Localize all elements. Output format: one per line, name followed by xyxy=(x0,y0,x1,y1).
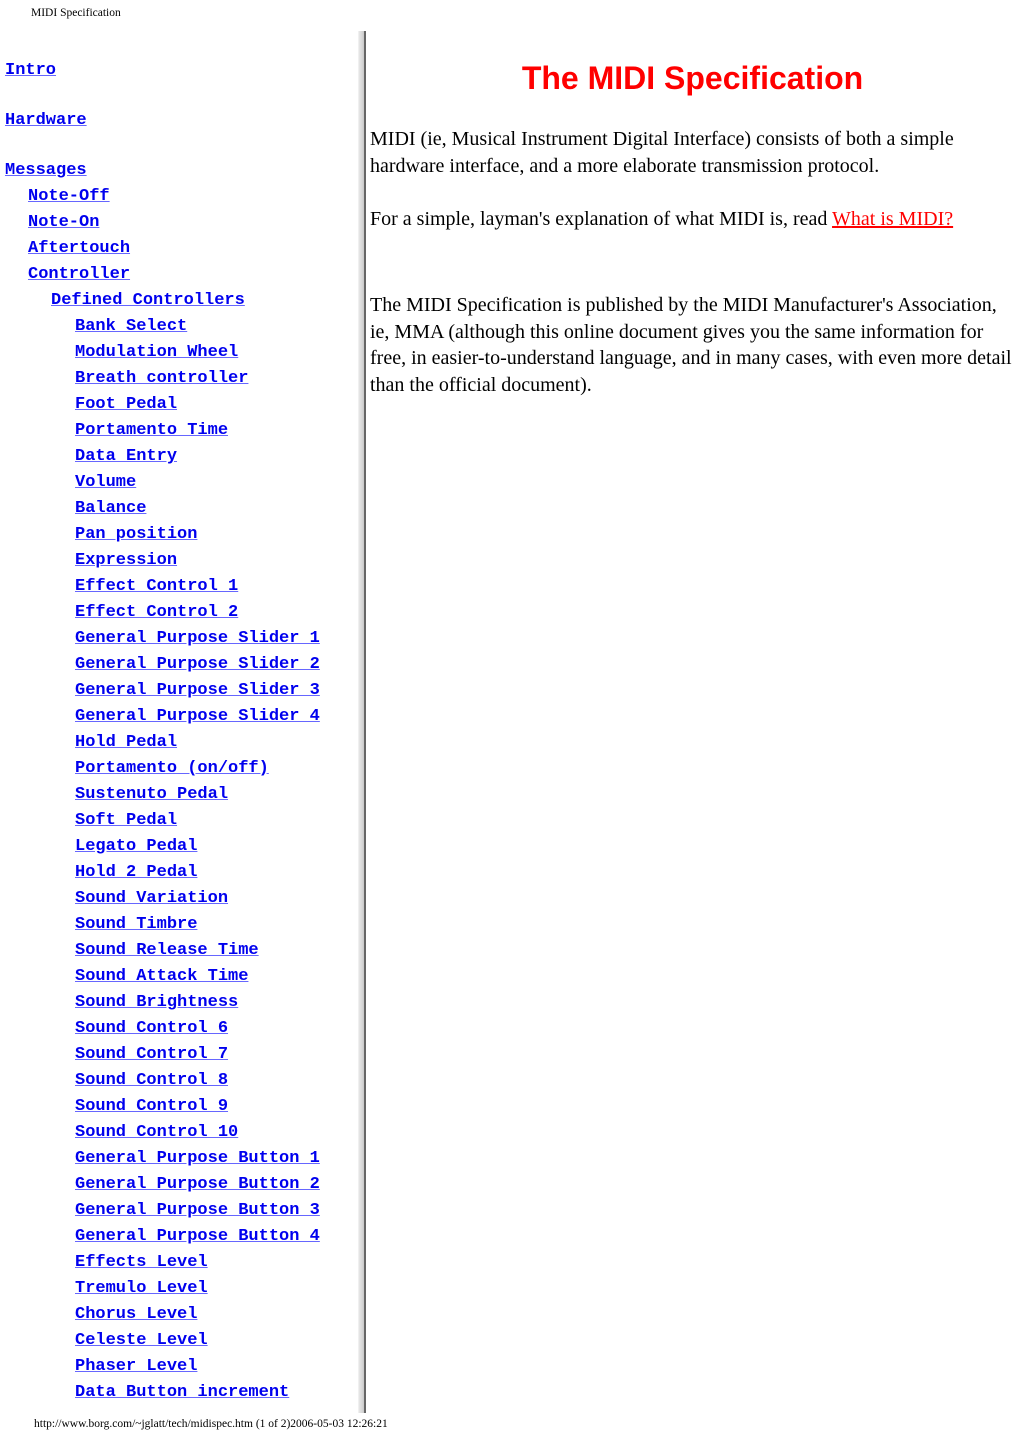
frame-divider[interactable] xyxy=(358,31,366,1413)
nav-link-pan-position[interactable]: Pan position xyxy=(5,522,360,548)
nav-link-modulation-wheel[interactable]: Modulation Wheel xyxy=(5,340,360,366)
nav-link-general-purpose-button-3[interactable]: General Purpose Button 3 xyxy=(5,1198,360,1224)
main-content: The MIDI Specification MIDI (ie, Musical… xyxy=(370,58,1015,396)
nav-link-breath-controller[interactable]: Breath controller xyxy=(5,366,360,392)
nav-link-general-purpose-slider-2[interactable]: General Purpose Slider 2 xyxy=(5,652,360,678)
nav-link-controller[interactable]: Controller xyxy=(5,262,360,288)
nav-link-volume[interactable]: Volume xyxy=(5,470,360,496)
navigation-frame: Intro Hardware Messages Note-Off Note-On Afte… xyxy=(5,58,360,1406)
nav-link-phaser-level[interactable]: Phaser Level xyxy=(5,1354,360,1380)
page-title: The MIDI Specification xyxy=(521,60,864,96)
nav-link-legato-pedal[interactable]: Legato Pedal xyxy=(5,834,360,860)
nav-link-chorus-level[interactable]: Chorus Level xyxy=(5,1302,360,1328)
nav-link-sound-control-9[interactable]: Sound Control 9 xyxy=(5,1094,360,1120)
nav-link-hold-2-pedal[interactable]: Hold 2 Pedal xyxy=(5,860,360,886)
nav-link-intro[interactable]: Intro xyxy=(5,58,360,84)
nav-link-sound-control-10[interactable]: Sound Control 10 xyxy=(5,1120,360,1146)
nav-link-bank-select[interactable]: Bank Select xyxy=(5,314,360,340)
layman-text: For a simple, layman's explanation of wh… xyxy=(370,208,833,230)
nav-link-general-purpose-button-1[interactable]: General Purpose Button 1 xyxy=(5,1146,360,1172)
nav-link-effect-control-2[interactable]: Effect Control 2 xyxy=(5,600,360,626)
nav-link-messages[interactable]: Messages xyxy=(5,158,360,184)
nav-link-balance[interactable]: Balance xyxy=(5,496,360,522)
nav-link-tremulo-level[interactable]: Tremulo Level xyxy=(5,1276,360,1302)
nav-link-soft-pedal[interactable]: Soft Pedal xyxy=(5,808,360,834)
nav-link-sound-timbre[interactable]: Sound Timbre xyxy=(5,912,360,938)
what-is-midi-link[interactable]: What is MIDI? xyxy=(832,208,953,230)
nav-link-sound-brightness[interactable]: Sound Brightness xyxy=(5,990,360,1016)
nav-link-effects-level[interactable]: Effects Level xyxy=(5,1250,360,1276)
nav-link-general-purpose-button-2[interactable]: General Purpose Button 2 xyxy=(5,1172,360,1198)
intro-paragraph: MIDI (ie, Musical Instrument Digital Int… xyxy=(370,128,954,177)
nav-link-celeste-level[interactable]: Celeste Level xyxy=(5,1328,360,1354)
nav-link-expression[interactable]: Expression xyxy=(5,548,360,574)
nav-link-defined-controllers[interactable]: Defined Controllers xyxy=(5,288,360,314)
nav-link-data-button-increment[interactable]: Data Button increment xyxy=(5,1380,360,1406)
page-footer-url: http://www.borg.com/~jglatt/tech/midispe… xyxy=(34,1418,388,1430)
nav-link-note-on[interactable]: Note-On xyxy=(5,210,360,236)
nav-link-hardware[interactable]: Hardware xyxy=(5,108,360,134)
nav-link-sound-control-8[interactable]: Sound Control 8 xyxy=(5,1068,360,1094)
nav-link-aftertouch[interactable]: Aftertouch xyxy=(5,236,360,262)
nav-link-general-purpose-slider-1[interactable]: General Purpose Slider 1 xyxy=(5,626,360,652)
nav-link-effect-control-1[interactable]: Effect Control 1 xyxy=(5,574,360,600)
layman-paragraph: For a simple, layman's explanation of wh… xyxy=(370,206,953,233)
nav-link-note-off[interactable]: Note-Off xyxy=(5,184,360,210)
nav-link-foot-pedal[interactable]: Foot Pedal xyxy=(5,392,360,418)
nav-link-sound-attack-time[interactable]: Sound Attack Time xyxy=(5,964,360,990)
nav-link-general-purpose-slider-4[interactable]: General Purpose Slider 4 xyxy=(5,704,360,730)
nav-link-general-purpose-button-4[interactable]: General Purpose Button 4 xyxy=(5,1224,360,1250)
nav-link-sound-release-time[interactable]: Sound Release Time xyxy=(5,938,360,964)
nav-link-sound-control-7[interactable]: Sound Control 7 xyxy=(5,1042,360,1068)
page-header-title: MIDI Specification xyxy=(31,7,121,19)
nav-link-portamento-on-off[interactable]: Portamento (on/off) xyxy=(5,756,360,782)
nav-link-general-purpose-slider-3[interactable]: General Purpose Slider 3 xyxy=(5,678,360,704)
nav-link-data-entry[interactable]: Data Entry xyxy=(5,444,360,470)
nav-link-portamento-time[interactable]: Portamento Time xyxy=(5,418,360,444)
nav-link-sound-variation[interactable]: Sound Variation xyxy=(5,886,360,912)
nav-link-sound-control-6[interactable]: Sound Control 6 xyxy=(5,1016,360,1042)
nav-link-hold-pedal[interactable]: Hold Pedal xyxy=(5,730,360,756)
nav-link-sustenuto-pedal[interactable]: Sustenuto Pedal xyxy=(5,782,360,808)
mma-paragraph: The MIDI Specification is published by t… xyxy=(370,294,1012,396)
